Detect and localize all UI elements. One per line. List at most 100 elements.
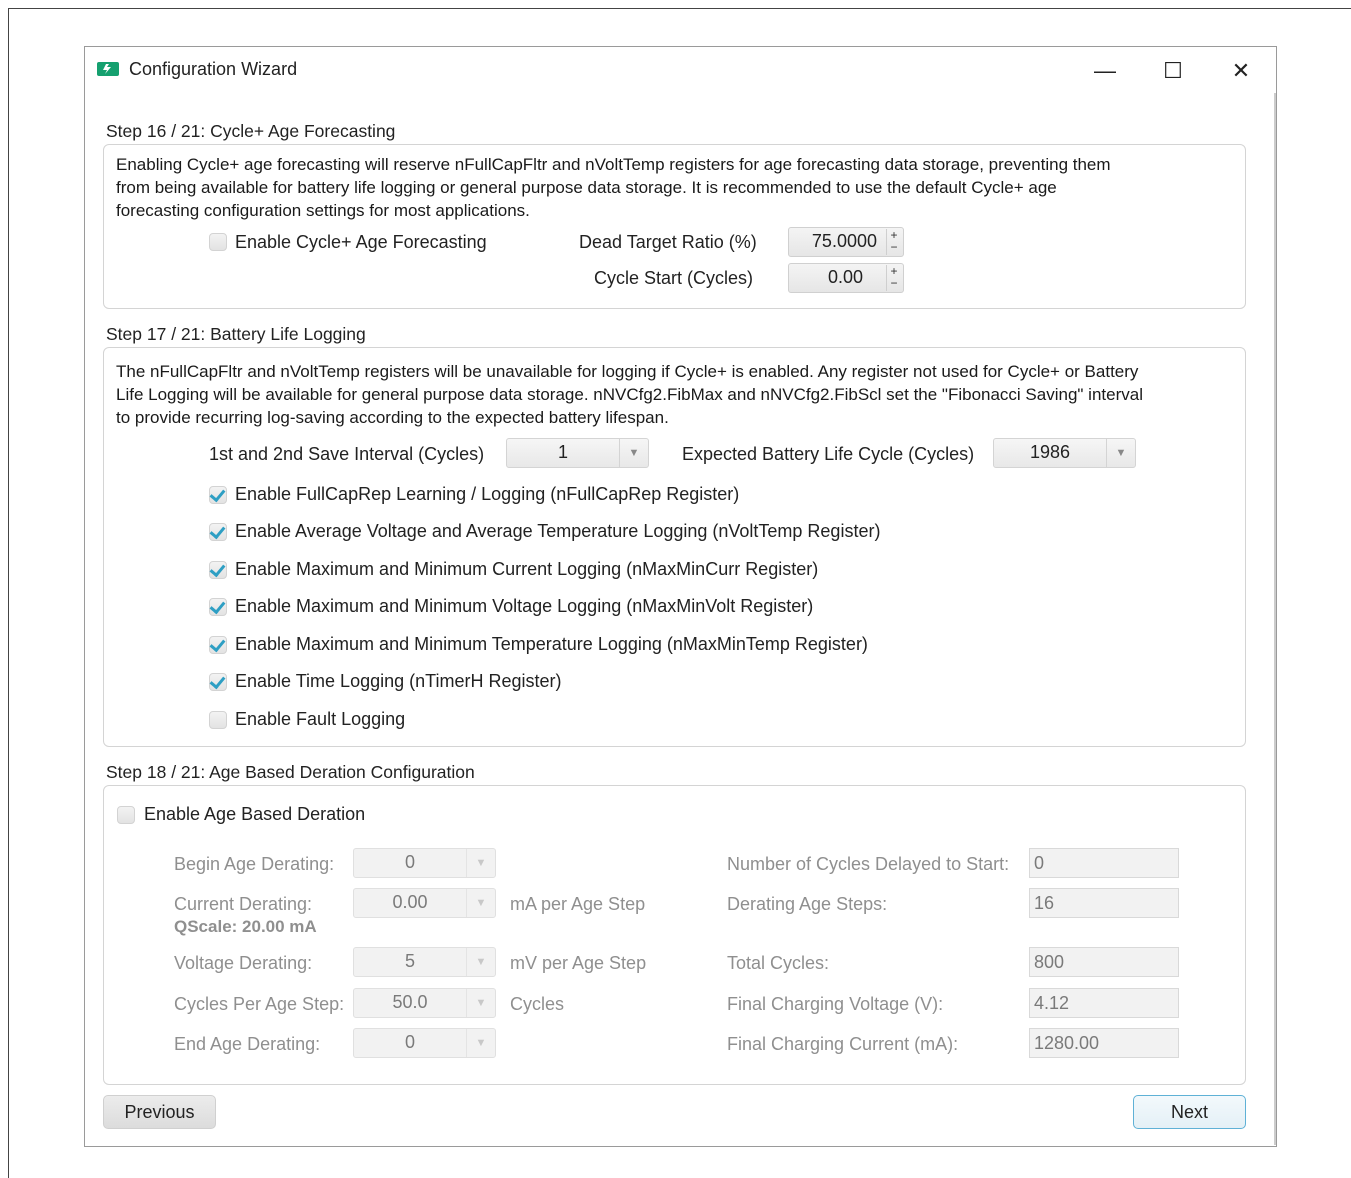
step16-desc-line: forecasting configuration settings for m… [116, 201, 530, 220]
step16-description: Enabling Cycle+ age forecasting will res… [116, 153, 1111, 222]
app-battery-icon [97, 62, 119, 76]
step16-group: Enabling Cycle+ age forecasting will res… [103, 144, 1246, 309]
enable-cycle-age-forecasting-label: Enable Cycle+ Age Forecasting [235, 232, 487, 252]
window-title: Configuration Wizard [129, 59, 298, 79]
current-derating-combo[interactable]: 0.00 ▼ [353, 888, 496, 918]
cycles-per-step-combo[interactable]: 50.0 ▼ [353, 988, 496, 1018]
save-interval-combo[interactable]: 1 ▼ [506, 438, 649, 468]
maximize-button[interactable]: ☐ [1143, 51, 1203, 91]
step17-title: Step 17 / 21: Battery Life Logging [106, 324, 366, 344]
battery-life-value: 1986 [1029, 442, 1071, 462]
battery-life-label: Expected Battery Life Cycle (Cycles) [682, 444, 975, 464]
minimize-button[interactable]: — [1075, 51, 1135, 91]
begin-derating-combo[interactable]: 0 ▼ [353, 848, 496, 878]
voltage-derating-value: 5 [404, 951, 415, 971]
step18-title: Step 18 / 21: Age Based Deration Configu… [106, 762, 475, 782]
maximize-icon: ☐ [1163, 58, 1183, 83]
enable-cycle-age-forecasting-checkbox[interactable] [209, 233, 227, 251]
maxmincurr-logging-label: Enable Maximum and Minimum Current Loggi… [235, 559, 819, 579]
save-interval-value: 1 [557, 442, 568, 462]
maxmintemp-logging-checkbox[interactable] [209, 635, 227, 654]
dead-target-ratio-label: Dead Target Ratio (%) [579, 232, 757, 252]
chevron-down-icon[interactable]: ▼ [619, 439, 648, 467]
enable-age-deration-label: Enable Age Based Deration [144, 804, 366, 824]
title-bar: Configuration Wizard — ☐ ✕ [85, 47, 1276, 93]
maxminvolt-logging-label: Enable Maximum and Minimum Voltage Loggi… [235, 596, 814, 616]
total-cycles-field[interactable]: 800 [1029, 947, 1179, 977]
chevron-down-icon[interactable]: ▼ [466, 948, 495, 976]
checkmark-icon [209, 485, 226, 503]
save-interval-label: 1st and 2nd Save Interval (Cycles) [209, 444, 485, 464]
fault-logging-checkbox[interactable] [209, 711, 227, 729]
checkmark-icon [209, 597, 226, 615]
time-logging-checkbox[interactable] [209, 672, 227, 691]
close-button[interactable]: ✕ [1211, 51, 1271, 91]
begin-derating-value: 0 [404, 852, 415, 872]
right-edge-scrollbar[interactable] [1274, 93, 1276, 1145]
step18-group: Enable Age Based Deration Begin Age Dera… [103, 785, 1246, 1085]
dead-target-ratio-spinner[interactable]: 75.0000 + − [788, 227, 904, 257]
time-logging-label: Enable Time Logging (nTimerH Register) [235, 671, 562, 691]
chevron-down-icon[interactable]: ▼ [466, 849, 495, 877]
step17-desc-line: to provide recurring log-saving accordin… [116, 408, 669, 427]
configuration-wizard-window: Configuration Wizard — ☐ ✕ Step 16 / 21:… [84, 46, 1277, 1147]
cycles-delayed-field[interactable]: 0 [1029, 848, 1179, 878]
close-icon: ✕ [1231, 58, 1251, 83]
step17-desc-line: Life Logging will be available for gener… [116, 385, 1143, 404]
fullcaprep-logging-checkbox[interactable] [209, 485, 227, 504]
cycles-delayed-label: Number of Cycles Delayed to Start: [727, 854, 1010, 874]
voltage-unit-label: mV per Age Step [510, 953, 647, 973]
dead-target-ratio-value: 75.0000 [811, 231, 877, 251]
step16-desc-line: Enabling Cycle+ age forecasting will res… [116, 155, 1111, 174]
volttemp-logging-checkbox[interactable] [209, 522, 227, 541]
cycle-start-label: Cycle Start (Cycles) [594, 268, 754, 288]
end-derating-label: End Age Derating: [174, 1034, 321, 1054]
current-derating-label: Current Derating: [174, 894, 313, 914]
end-derating-value: 0 [404, 1032, 415, 1052]
spinner-arrows-icon[interactable]: + − [886, 265, 901, 291]
voltage-derating-label: Voltage Derating: [174, 953, 313, 973]
final-current-field[interactable]: 1280.00 [1029, 1028, 1179, 1058]
next-button[interactable]: Next [1133, 1095, 1246, 1129]
cycles-per-step-label: Cycles Per Age Step: [174, 994, 345, 1014]
step16-desc-line: from being available for battery life lo… [116, 178, 1057, 197]
end-derating-combo[interactable]: 0 ▼ [353, 1028, 496, 1058]
chevron-down-icon[interactable]: ▼ [1106, 439, 1135, 467]
checkmark-icon [209, 635, 226, 653]
cycle-start-value: 0.00 [827, 267, 863, 287]
checkmark-icon [209, 560, 226, 578]
volttemp-logging-label: Enable Average Voltage and Average Tempe… [235, 521, 881, 541]
chevron-down-icon[interactable]: ▼ [466, 1029, 495, 1057]
checkmark-icon [209, 522, 226, 540]
minimize-icon: — [1094, 58, 1116, 83]
fault-logging-label: Enable Fault Logging [235, 709, 406, 729]
enable-age-deration-checkbox[interactable] [117, 806, 135, 824]
previous-button[interactable]: Previous [103, 1095, 216, 1129]
spinner-arrows-icon[interactable]: + − [886, 229, 901, 255]
checkmark-icon [209, 672, 226, 690]
total-cycles-label: Total Cycles: [727, 953, 830, 973]
step17-description: The nFullCapFltr and nVoltTemp registers… [116, 360, 1143, 429]
cycle-start-spinner[interactable]: 0.00 + − [788, 263, 904, 293]
final-voltage-field[interactable]: 4.12 [1029, 988, 1179, 1018]
current-unit-label: mA per Age Step [510, 894, 646, 914]
maxminvolt-logging-checkbox[interactable] [209, 597, 227, 616]
fullcaprep-logging-label: Enable FullCapRep Learning / Logging (nF… [235, 484, 740, 504]
maxmincurr-logging-checkbox[interactable] [209, 560, 227, 579]
qscale-label: QScale: 20.00 mA [174, 917, 317, 936]
current-derating-value: 0.00 [392, 892, 428, 912]
step17-group: The nFullCapFltr and nVoltTemp registers… [103, 347, 1246, 747]
voltage-derating-combo[interactable]: 5 ▼ [353, 947, 496, 977]
chevron-down-icon[interactable]: ▼ [466, 989, 495, 1017]
derating-steps-field[interactable]: 16 [1029, 888, 1179, 918]
final-current-label: Final Charging Current (mA): [727, 1034, 959, 1054]
begin-derating-label: Begin Age Derating: [174, 854, 335, 874]
battery-life-combo[interactable]: 1986 ▼ [993, 438, 1136, 468]
chevron-down-icon[interactable]: ▼ [466, 889, 495, 917]
step16-title: Step 16 / 21: Cycle+ Age Forecasting [106, 121, 396, 141]
maxmintemp-logging-label: Enable Maximum and Minimum Temperature L… [235, 634, 868, 654]
step17-desc-line: The nFullCapFltr and nVoltTemp registers… [116, 362, 1139, 381]
cycles-unit-label: Cycles [510, 994, 565, 1014]
final-voltage-label: Final Charging Voltage (V): [727, 994, 944, 1014]
cycles-per-step-value: 50.0 [392, 992, 428, 1012]
